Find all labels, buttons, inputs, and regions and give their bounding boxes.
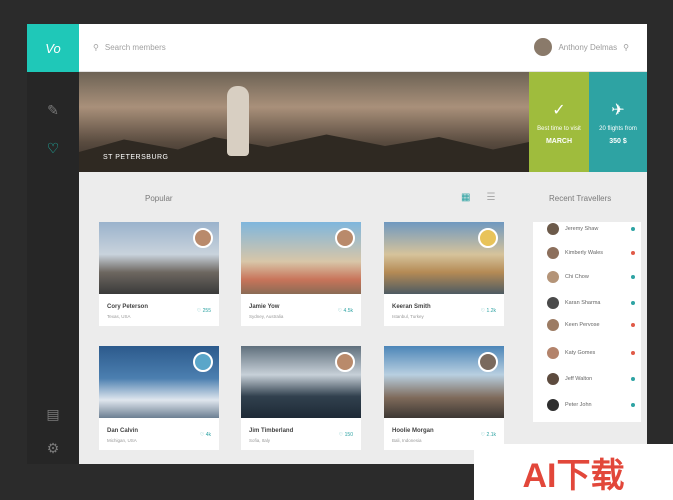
status-dot [631, 403, 635, 407]
avatar [547, 399, 559, 411]
avatar [547, 319, 559, 331]
status-dot [631, 351, 635, 355]
recent-travellers-list: Jeremy Shaw Kimberly Wales Chi Chow Kara… [533, 222, 641, 422]
avatar [547, 373, 559, 385]
list-item[interactable]: Jeremy Shaw [547, 222, 598, 236]
status-dot [631, 227, 635, 231]
list-item[interactable]: Jeff Walton [547, 372, 592, 386]
watermark: AI下载 [474, 444, 673, 500]
app-logo: Vo [27, 24, 79, 72]
card-1[interactable]: Cory Peterson Texas, USA ♡ 255 [99, 222, 219, 326]
list-item[interactable]: Chi Chow [547, 270, 589, 284]
likes-count[interactable]: ♡ 2.1k [481, 432, 496, 438]
hero-label: ST PETERSBURG [103, 154, 169, 161]
pin-icon[interactable]: ✎ [41, 98, 65, 122]
status-dot [631, 275, 635, 279]
avatar [335, 352, 355, 372]
recent-travellers-title: Recent Travellers [549, 194, 612, 203]
heart-icon: ♡ [337, 308, 343, 314]
avatar [193, 352, 213, 372]
sidebar: Vo ✎ ♡ ▤ ⚙ [27, 24, 79, 464]
heart-icon: ♡ [338, 432, 344, 438]
hero-image [79, 134, 529, 172]
avatar [335, 228, 355, 248]
avatar [547, 271, 559, 283]
user-name: Anthony Delmas [558, 42, 618, 52]
status-dot [631, 301, 635, 305]
list-item[interactable]: Katy Gomes [547, 346, 595, 360]
avatar [547, 347, 559, 359]
hero-statue [227, 86, 249, 156]
heart-icon: ♡ [199, 432, 205, 438]
status-dot [631, 377, 635, 381]
avatar [193, 228, 213, 248]
search-icon[interactable]: ⚲ [623, 43, 629, 52]
view-toggle[interactable]: ▦ ☰ [461, 192, 495, 203]
likes-count[interactable]: ♡ 4k [200, 432, 211, 438]
card-2[interactable]: Jamie Yow Sydney, Australia ♡ 4.5k [241, 222, 361, 326]
list-item[interactable]: Peter John [547, 398, 592, 412]
section-title: Popular [145, 194, 173, 203]
list-item[interactable]: Kimberly Wales [547, 246, 603, 260]
list-view-icon[interactable]: ☰ [486, 192, 495, 203]
card-4[interactable]: Dan Calvin Michigan, USA ♡ 4k [99, 346, 219, 450]
likes-count[interactable]: ♡ 150 [339, 432, 353, 438]
search-icon: ⚲ [93, 42, 99, 52]
best-time-tile[interactable]: ✓ Best time to visit MARCH [529, 72, 589, 172]
grid-view-icon[interactable]: ▦ [461, 192, 470, 203]
heart-icon: ♡ [196, 308, 202, 314]
likes-count[interactable]: ♡ 1.2k [481, 308, 496, 314]
card-5[interactable]: Jim Timberland Sofia, Italy ♡ 150 [241, 346, 361, 450]
avatar [478, 352, 498, 372]
card-6[interactable]: Hoolie Morgan Bali, Indonesia ♡ 2.1k [384, 346, 504, 450]
heart-icon: ♡ [480, 308, 486, 314]
settings-icon[interactable]: ⚙ [41, 436, 65, 460]
heart-icon: ♡ [480, 432, 486, 438]
flights-tile[interactable]: ✈ 20 flights from 350 $ [589, 72, 647, 172]
list-item[interactable]: Karan Sharma [547, 296, 600, 310]
check-icon: ✓ [552, 102, 566, 119]
card-3[interactable]: Keeran Smith Istanbul, Turkey ♡ 1.2k [384, 222, 504, 326]
status-dot [631, 251, 635, 255]
inbox-icon[interactable]: ▤ [41, 402, 65, 426]
avatar [478, 228, 498, 248]
plane-icon: ✈ [611, 102, 625, 119]
search-input[interactable]: ⚲ Search members [93, 36, 293, 58]
avatar [547, 297, 559, 309]
avatar [534, 38, 553, 56]
topbar: ⚲ Search members Anthony Delmas ⚲ [79, 24, 647, 72]
likes-count[interactable]: ♡ 255 [197, 308, 211, 314]
status-dot [631, 323, 635, 327]
likes-count[interactable]: ♡ 4.5k [338, 308, 353, 314]
user-menu[interactable]: Anthony Delmas ⚲ [534, 36, 629, 58]
avatar [547, 223, 559, 235]
hero-banner: ST PETERSBURG ✓ Best time to visit MARCH… [79, 72, 647, 172]
heart-icon[interactable]: ♡ [41, 136, 65, 160]
list-item[interactable]: Keen Pervose [547, 318, 600, 332]
app-window: Vo ✎ ♡ ▤ ⚙ ⚲ Search members Anthony Delm… [27, 24, 647, 464]
avatar [547, 247, 559, 259]
